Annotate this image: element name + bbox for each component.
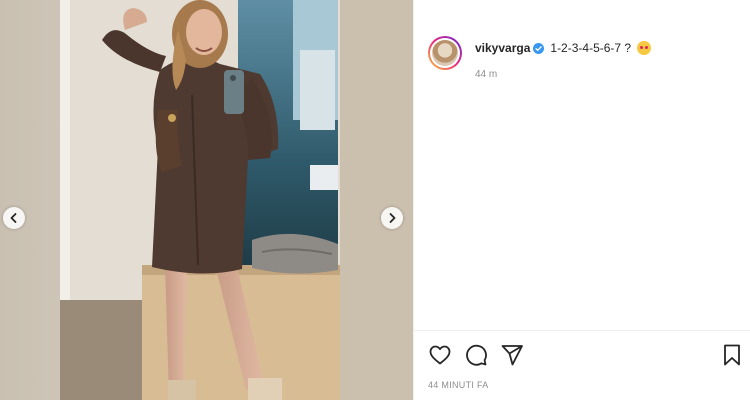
avatar-image bbox=[432, 40, 458, 66]
mirror-selfie-image bbox=[0, 0, 413, 400]
post-photo bbox=[0, 0, 413, 400]
post-caption: vikyvarga 1-2-3-4-5-6-7 ? bbox=[475, 41, 652, 55]
share-icon[interactable] bbox=[500, 343, 524, 367]
caption-text: 1-2-3-4-5-6-7 ? bbox=[550, 41, 632, 55]
avatar[interactable] bbox=[428, 36, 462, 70]
chevron-right-icon bbox=[389, 213, 396, 223]
heart-icon[interactable] bbox=[428, 343, 452, 367]
post-timestamp: 44 MINUTI FA bbox=[428, 380, 489, 390]
previous-photo-button[interactable] bbox=[3, 207, 25, 229]
comment-icon[interactable] bbox=[464, 343, 488, 367]
post-details-panel: vikyvarga 1-2-3-4-5-6-7 ? 44 m 44 MINUTI… bbox=[413, 0, 750, 400]
smiling-face-with-hearts-icon bbox=[637, 41, 652, 55]
caption-timestamp: 44 m bbox=[475, 69, 498, 80]
divider bbox=[414, 330, 750, 331]
chevron-left-icon bbox=[10, 213, 17, 223]
verified-badge-icon bbox=[533, 42, 545, 54]
next-photo-button[interactable] bbox=[381, 207, 403, 229]
username-link[interactable]: vikyvarga bbox=[475, 41, 530, 55]
instagram-post: vikyvarga 1-2-3-4-5-6-7 ? 44 m 44 MINUTI… bbox=[0, 0, 750, 400]
bookmark-icon[interactable] bbox=[720, 343, 744, 367]
